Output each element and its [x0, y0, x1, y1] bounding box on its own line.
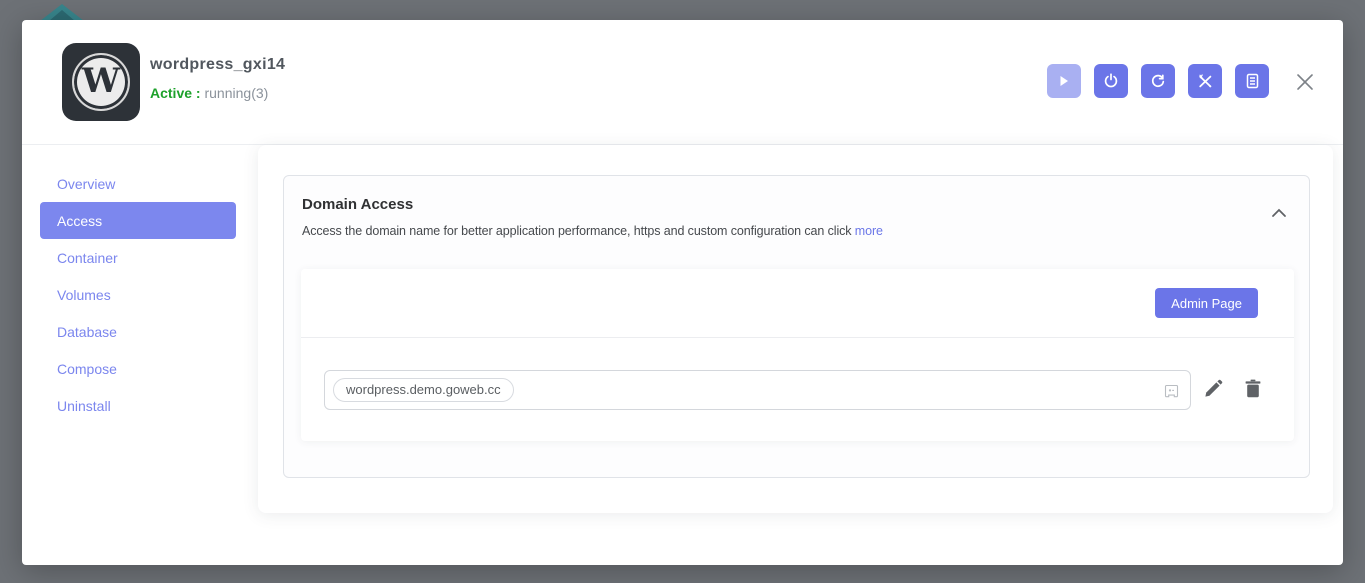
restart-button[interactable] [1141, 64, 1175, 98]
params-button[interactable] [1188, 64, 1222, 98]
domain-tag: wordpress.demo.goweb.cc [333, 378, 514, 402]
domain-access-card: Domain Access Access the domain name for… [283, 175, 1310, 478]
modal-body: Overview Access Container Volumes Databa… [22, 145, 1343, 564]
play-icon [1057, 74, 1071, 88]
status-value: running(3) [204, 85, 268, 101]
chevron-up-icon [1271, 206, 1287, 221]
sidebar-item-database[interactable]: Database [40, 313, 236, 350]
logs-button[interactable] [1235, 64, 1269, 98]
sidebar-item-uninstall[interactable]: Uninstall [40, 387, 236, 424]
start-button[interactable] [1047, 64, 1081, 98]
app-meta: wordpress_gxi14 Active : running(3) [150, 56, 285, 101]
sidebar-item-compose[interactable]: Compose [40, 350, 236, 387]
main-content-panel: Domain Access Access the domain name for… [258, 145, 1333, 513]
app-status: Active : running(3) [150, 85, 285, 101]
input-suffix-icon [1164, 384, 1179, 404]
app-title: wordpress_gxi14 [150, 56, 285, 74]
document-icon [1245, 73, 1260, 89]
edit-domain-button[interactable] [1204, 379, 1223, 401]
header-action-bar [1047, 64, 1269, 98]
app-detail-modal: W wordpress_gxi14 Active : running(3) [22, 20, 1343, 565]
status-label: Active [150, 85, 192, 101]
refresh-icon [1150, 73, 1166, 89]
panel-toolbar: Admin Page [301, 269, 1294, 338]
sidebar-item-volumes[interactable]: Volumes [40, 276, 236, 313]
sidebar-item-container[interactable]: Container [40, 239, 236, 276]
delete-domain-button[interactable] [1244, 379, 1262, 401]
close-icon [1296, 79, 1314, 94]
collapse-card-button[interactable] [1271, 206, 1287, 221]
more-link[interactable]: more [855, 224, 883, 238]
card-description: Access the domain name for better applic… [302, 224, 1291, 238]
sidebar-item-overview[interactable]: Overview [40, 165, 236, 202]
stop-button[interactable] [1094, 64, 1128, 98]
admin-page-button[interactable]: Admin Page [1155, 288, 1258, 318]
domain-panel: Admin Page wordpress.demo.goweb.cc [301, 269, 1294, 441]
card-header: Domain Access Access the domain name for… [284, 176, 1309, 238]
status-separator: : [192, 85, 204, 101]
domain-input[interactable]: wordpress.demo.goweb.cc [324, 370, 1191, 410]
wordpress-logo-icon: W [62, 43, 140, 121]
tools-icon [1197, 73, 1214, 90]
card-title: Domain Access [302, 196, 1291, 213]
domain-row: wordpress.demo.goweb.cc [301, 338, 1294, 441]
sidebar-item-access[interactable]: Access [40, 202, 236, 239]
edit-pencil-icon [1204, 379, 1223, 401]
modal-header: W wordpress_gxi14 Active : running(3) [22, 20, 1343, 145]
close-button[interactable] [1295, 73, 1315, 93]
background-page-logo [40, 4, 84, 21]
wordpress-circle: W [72, 53, 130, 111]
trash-icon [1244, 379, 1262, 401]
power-icon [1103, 73, 1119, 89]
sidebar-nav: Overview Access Container Volumes Databa… [40, 165, 236, 424]
